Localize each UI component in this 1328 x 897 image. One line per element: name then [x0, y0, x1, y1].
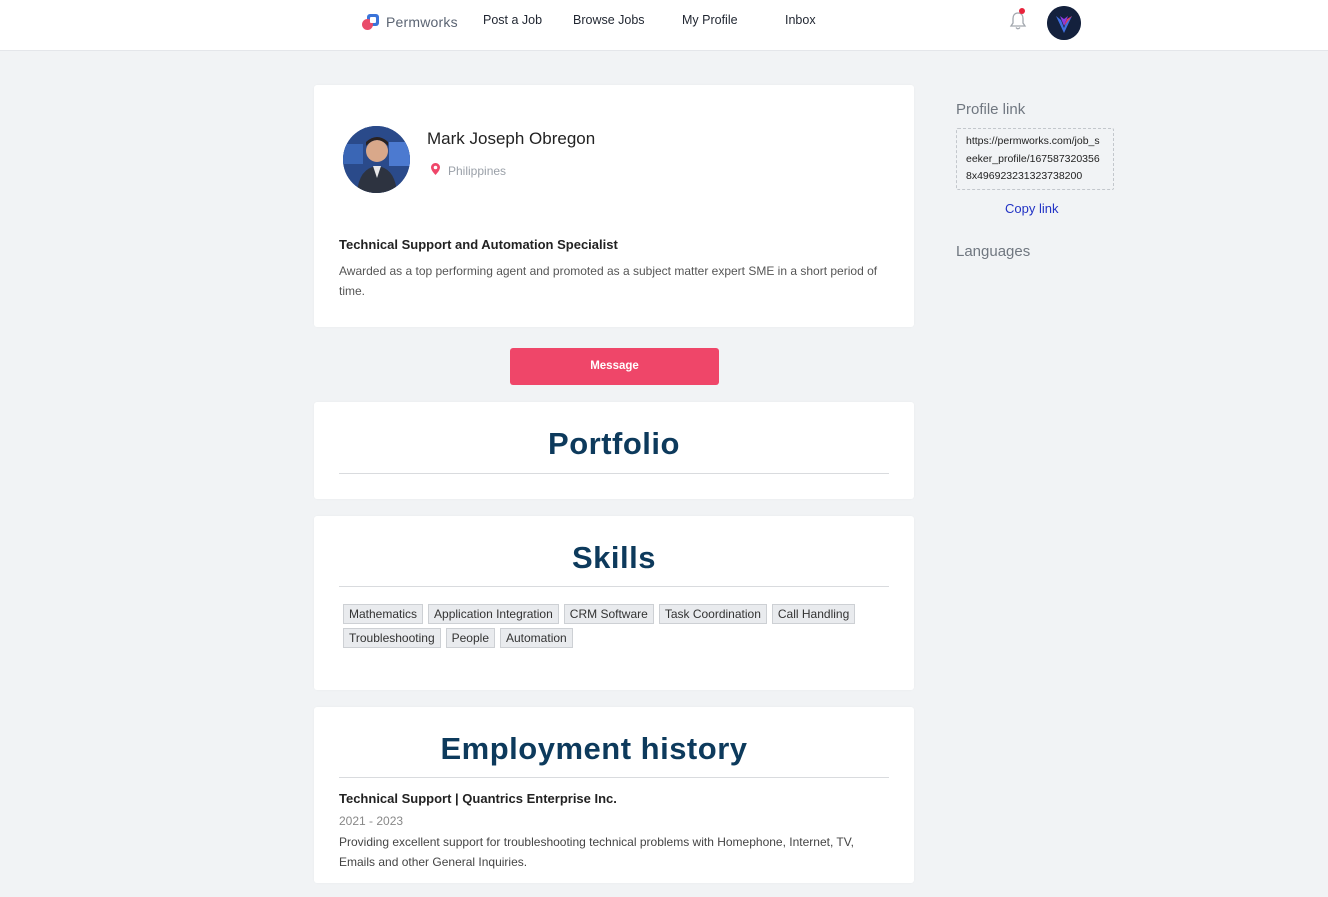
section-divider — [339, 473, 889, 474]
profile-summary: Awarded as a top performing agent and pr… — [339, 264, 878, 298]
employment-card: Employment history Technical Support | Q… — [314, 707, 914, 883]
skills-card: Skills Mathematics Application Integrati… — [314, 516, 914, 690]
profile-link-box[interactable]: https://permworks.com/job_seeker_profile… — [956, 128, 1114, 190]
notifications-bell-icon[interactable] — [1009, 8, 1027, 31]
nav-browse-jobs[interactable]: Browse Jobs — [573, 13, 645, 27]
nav-my-profile[interactable]: My Profile — [682, 13, 738, 27]
skill-tag: People — [445, 628, 495, 648]
profile-photo — [343, 126, 410, 193]
skill-tag: Automation — [500, 628, 573, 648]
job-description: Providing excellent support for troubles… — [339, 835, 854, 869]
profile-card: Mark Joseph Obregon Philippines Technica… — [314, 85, 914, 327]
location-pin-icon — [431, 163, 440, 178]
job-title: Technical Support | Quantrics Enterprise… — [339, 791, 617, 806]
languages-label: Languages — [956, 243, 1031, 260]
skill-tag: Call Handling — [771, 604, 856, 624]
skill-tag: CRM Software — [563, 604, 654, 624]
nav-post-a-job[interactable]: Post a Job — [483, 13, 542, 27]
section-divider — [339, 777, 889, 778]
profile-location: Philippines — [431, 163, 506, 178]
copy-link-button[interactable]: Copy link — [1005, 201, 1058, 216]
job-dates: 2021 - 2023 — [339, 814, 404, 828]
portfolio-title: Portfolio — [548, 426, 680, 461]
nav-inbox[interactable]: Inbox — [785, 13, 816, 27]
location-text: Philippines — [448, 163, 507, 178]
top-nav: Permworks Post a Job Browse Jobs My Prof… — [0, 0, 1328, 51]
employment-title: Employment history — [440, 731, 748, 766]
section-divider — [339, 586, 889, 587]
skill-tag: Task Coordination — [658, 604, 767, 624]
profile-link-label: Profile link — [956, 101, 1026, 118]
skill-tag: Troubleshooting — [343, 628, 441, 648]
notification-badge — [1019, 8, 1025, 14]
skill-tag: Mathematics — [343, 604, 424, 624]
brand-logo[interactable]: Permworks — [362, 11, 458, 33]
profile-headline: Technical Support and Automation Special… — [339, 237, 618, 252]
skills-list: Mathematics Application Integration CRM … — [343, 604, 883, 648]
brand-name: Permworks — [386, 14, 458, 30]
portfolio-card: Portfolio — [314, 402, 914, 499]
permworks-logo-icon — [362, 13, 381, 32]
skill-tag: Application Integration — [428, 604, 559, 624]
skills-title: Skills — [572, 540, 656, 575]
message-button[interactable]: Message — [510, 348, 719, 385]
user-avatar[interactable] — [1047, 6, 1081, 40]
profile-name: Mark Joseph Obregon — [427, 129, 596, 148]
